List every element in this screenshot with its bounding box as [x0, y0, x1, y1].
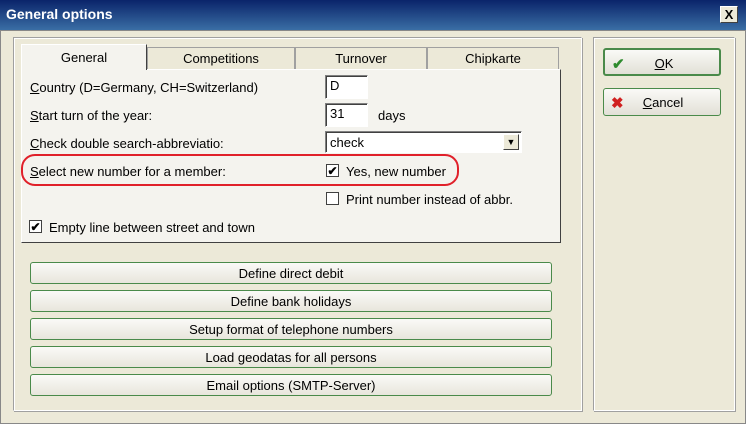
setup-telephone-format-button[interactable]: Setup format of telephone numbers	[30, 318, 552, 340]
check-icon: ✔	[327, 163, 338, 178]
close-icon: X	[724, 7, 734, 22]
tab-competitions[interactable]: Competitions	[147, 47, 295, 69]
tab-chipkarte[interactable]: Chipkarte	[427, 47, 559, 69]
print-number-checkbox[interactable]	[326, 192, 339, 205]
empty-line-label: Empty line between street and town	[49, 220, 255, 235]
check-icon: ✔	[30, 219, 41, 234]
close-button[interactable]: X	[720, 6, 738, 23]
double-search-value: check	[330, 135, 364, 150]
empty-line-checkbox[interactable]: ✔	[29, 220, 42, 233]
new-number-label: Select new number for a member:	[30, 164, 226, 179]
window-title: General options	[6, 6, 113, 22]
define-direct-debit-button[interactable]: Define direct debit	[30, 262, 552, 284]
ok-label: OK	[654, 56, 674, 71]
days-label: days	[378, 108, 406, 123]
start-turn-label: Start turn of the year:	[30, 108, 153, 123]
cancel-button[interactable]: ✖ Cancel	[603, 88, 721, 116]
define-bank-holidays-button[interactable]: Define bank holidays	[30, 290, 552, 312]
new-number-checkbox-label: Yes, new number	[346, 164, 446, 179]
dropdown-arrow-icon[interactable]: ▼	[503, 134, 519, 150]
new-number-checkbox[interactable]: ✔	[326, 164, 339, 177]
tab-general[interactable]: General	[21, 44, 147, 70]
country-label: Country (D=Germany, CH=Switzerland)	[30, 80, 259, 95]
double-search-label: Check double search-abbreviatio:	[30, 136, 224, 151]
title-bar: General options X	[0, 0, 746, 30]
load-geodatas-button[interactable]: Load geodatas for all persons	[30, 346, 552, 368]
email-options-button[interactable]: Email options (SMTP-Server)	[30, 374, 552, 396]
print-number-label: Print number instead of abbr.	[346, 192, 513, 207]
double-search-select[interactable]: check ▼	[325, 131, 522, 153]
start-turn-input[interactable]: 31	[325, 103, 368, 127]
cancel-label: Cancel	[642, 95, 684, 110]
ok-button[interactable]: ✔ OK	[603, 48, 721, 76]
country-input[interactable]: D	[325, 75, 368, 99]
tab-turnover[interactable]: Turnover	[295, 47, 427, 69]
